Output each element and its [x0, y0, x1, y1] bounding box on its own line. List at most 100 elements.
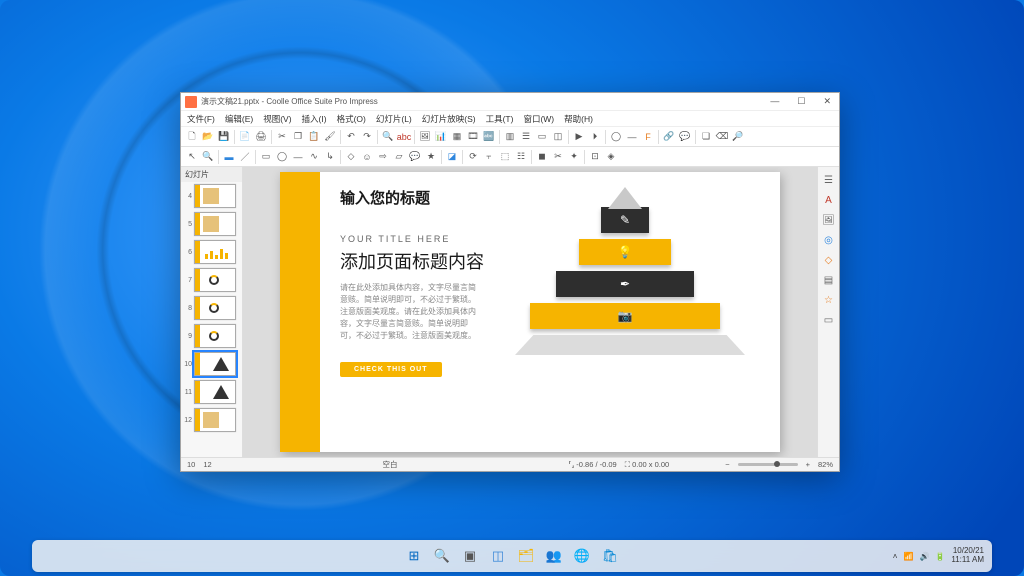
transition-icon[interactable]: ▤ [822, 273, 836, 287]
save-icon[interactable]: 💾 [217, 130, 231, 144]
menu-insert[interactable]: 插入(I) [300, 112, 329, 126]
media-icon[interactable]: 🎞 [466, 130, 480, 144]
zoom-out[interactable]: − [725, 460, 729, 469]
tray-volume-icon[interactable]: 🔊 [919, 552, 929, 561]
rect-icon[interactable]: ▭ [259, 150, 273, 164]
taskbar-start-icon[interactable]: ⊞ [402, 544, 426, 568]
slide-thumbnail[interactable]: 8 [181, 294, 242, 322]
comment-icon[interactable]: 💬 [678, 130, 692, 144]
chart-icon[interactable]: 📊 [434, 130, 448, 144]
rotate-icon[interactable]: ⟳ [466, 150, 480, 164]
spellcheck-icon[interactable]: abc [397, 130, 411, 144]
menu-format[interactable]: 格式(O) [335, 112, 368, 126]
slide-thumbnail[interactable]: 11 [181, 378, 242, 406]
open-icon[interactable]: 📂 [201, 130, 215, 144]
star-icon[interactable]: ★ [424, 150, 438, 164]
zoom-icon[interactable]: 🔎 [731, 130, 745, 144]
canvas[interactable]: 输入您的标题 YOUR TITLE HERE 添加页面标题内容 请在此处添加具体… [243, 167, 817, 457]
menu-help[interactable]: 帮助(H) [562, 112, 595, 126]
slide-title[interactable]: 输入您的标题 [340, 187, 430, 208]
slide-thumbnail[interactable]: 4 [181, 182, 242, 210]
new-icon[interactable]: 🗋 [185, 130, 199, 144]
callout-icon[interactable]: 💬 [408, 150, 422, 164]
taskbar-store-icon[interactable]: 🛍 [598, 544, 622, 568]
arrow-icon[interactable]: ⇨ [376, 150, 390, 164]
maximize-button[interactable]: ☐ [793, 95, 809, 108]
slideshow-icon[interactable]: ▶ [572, 130, 586, 144]
pyramid-diagram[interactable]: ✎ 💡 ✒ 📷 [515, 207, 735, 355]
taskbar-search-icon[interactable]: 🔍 [430, 544, 454, 568]
3d-icon[interactable]: ◪ [445, 150, 459, 164]
image-icon[interactable]: 🖼 [418, 130, 432, 144]
zoom-value[interactable]: 82% [818, 460, 833, 469]
tray-chevron-icon[interactable]: ˄ [893, 552, 898, 561]
glue-icon[interactable]: ⊡ [588, 150, 602, 164]
find-icon[interactable]: 🔍 [381, 130, 395, 144]
slide-panel[interactable]: 幻灯片 456789101112 [181, 167, 243, 457]
pyramid-segment[interactable]: 📷 [530, 303, 720, 329]
zoom-in[interactable]: + [806, 460, 810, 469]
shadow-icon[interactable]: ◼ [535, 150, 549, 164]
tray-battery-icon[interactable]: 🔋 [935, 552, 945, 561]
dup-icon[interactable]: ❏ [699, 130, 713, 144]
undo-icon[interactable]: ↶ [344, 130, 358, 144]
slide-thumbnail[interactable]: 7 [181, 266, 242, 294]
menu-view[interactable]: 视图(V) [261, 112, 293, 126]
pyramid-segment[interactable]: ✎ [601, 207, 649, 233]
view3-icon[interactable]: ◫ [551, 130, 565, 144]
styles-icon[interactable]: A [822, 193, 836, 207]
zoom2-icon[interactable]: 🔍 [201, 150, 215, 164]
menu-file[interactable]: 文件(F) [185, 112, 217, 126]
animation-icon[interactable]: ☆ [822, 293, 836, 307]
taskbar-widgets-icon[interactable]: ◫ [486, 544, 510, 568]
table-icon[interactable]: ▦ [450, 130, 464, 144]
redo-icon[interactable]: ↷ [360, 130, 374, 144]
slideshow2-icon[interactable]: ⏵ [588, 130, 602, 144]
master-icon[interactable]: ▭ [822, 313, 836, 327]
menu-edit[interactable]: 编辑(E) [223, 112, 255, 126]
curve-icon[interactable]: ∿ [307, 150, 321, 164]
pointer-icon[interactable]: ↖ [185, 150, 199, 164]
navigator-icon[interactable]: ◎ [822, 233, 836, 247]
taskbar-edge-icon[interactable]: 🌐 [570, 544, 594, 568]
connector-icon[interactable]: ↳ [323, 150, 337, 164]
del-icon[interactable]: ⌫ [715, 130, 729, 144]
slide-subtitle[interactable]: 添加页面标题内容 [340, 248, 484, 274]
line2-icon[interactable]: ― [291, 150, 305, 164]
slide-body[interactable]: 请在此处添加具体内容，文字尽量言简意赅。简单说明即可，不必过于繁琐。注意版面美观… [340, 282, 480, 342]
minimize-button[interactable]: — [766, 95, 783, 108]
ellipse-icon[interactable]: ◯ [275, 150, 289, 164]
flow-icon[interactable]: ▱ [392, 150, 406, 164]
distribute-icon[interactable]: ☷ [514, 150, 528, 164]
close-button[interactable]: ✕ [819, 95, 835, 108]
slide-thumbnail[interactable]: 12 [181, 406, 242, 434]
menu-slideshow[interactable]: 幻灯片放映(S) [420, 112, 478, 126]
brush-icon[interactable]: 🖌 [323, 130, 337, 144]
export-icon[interactable]: 📄 [238, 130, 252, 144]
slide-eyebrow[interactable]: YOUR TITLE HERE [340, 234, 450, 244]
shape1-icon[interactable]: ◯ [609, 130, 623, 144]
taskbar-teams-icon[interactable]: 👥 [542, 544, 566, 568]
fill-icon[interactable]: ▬ [222, 150, 236, 164]
tray-clock[interactable]: 10/20/21 11:11 AM [951, 547, 984, 565]
pyramid-segment[interactable]: ✒ [556, 271, 694, 297]
link-icon[interactable]: 🔗 [662, 130, 676, 144]
arrange-icon[interactable]: ⬚ [498, 150, 512, 164]
view2-icon[interactable]: ▭ [535, 130, 549, 144]
slide-thumbnail[interactable]: 5 [181, 210, 242, 238]
pyramid-segment[interactable]: 💡 [579, 239, 671, 265]
basic-icon[interactable]: ◇ [344, 150, 358, 164]
tray-wifi-icon[interactable]: 📶 [903, 552, 913, 561]
taskbar-explorer-icon[interactable]: 🗂 [514, 544, 538, 568]
print-icon[interactable]: 🖨 [254, 130, 268, 144]
gallery-icon[interactable]: 🖼 [822, 213, 836, 227]
view1-icon[interactable]: ☰ [519, 130, 533, 144]
slide-thumbnail[interactable]: 9 [181, 322, 242, 350]
shapes-icon[interactable]: ◇ [822, 253, 836, 267]
filter-icon[interactable]: ✦ [567, 150, 581, 164]
grid-icon[interactable]: ▥ [503, 130, 517, 144]
menu-window[interactable]: 窗口(W) [521, 112, 556, 126]
zoom-slider[interactable] [738, 463, 798, 466]
menu-tools[interactable]: 工具(T) [484, 112, 516, 126]
extrude-icon[interactable]: ◈ [604, 150, 618, 164]
